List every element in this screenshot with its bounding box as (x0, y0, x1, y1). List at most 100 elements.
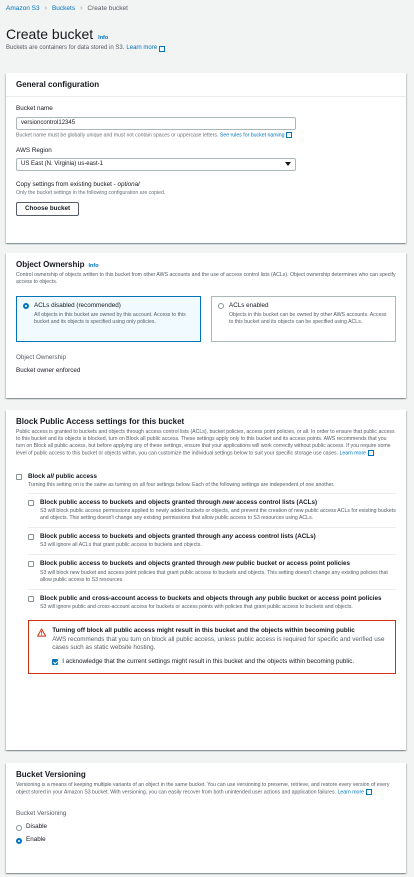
external-link-icon (365, 789, 372, 796)
label-part: Block (28, 472, 47, 480)
label-em: all (46, 472, 54, 480)
versioning-disable-option[interactable]: Disable (16, 823, 396, 831)
block-public-access-sub-options: Block public access to buckets and objec… (28, 493, 396, 616)
checkbox-unchecked-icon[interactable] (28, 561, 34, 568)
panel-body: Bucket name versioncontrol12345 Bucket n… (6, 97, 406, 224)
versioning-enable-option[interactable]: Enable (16, 836, 396, 844)
aws-region-label: AWS Region (16, 146, 52, 154)
panel-title: General configuration (16, 80, 100, 89)
tile-description: Objects in this bucket can be owned by o… (229, 311, 387, 325)
aws-region-value: US East (N. Virginia) us-east-1 (21, 160, 103, 167)
label-em: new (222, 560, 235, 568)
tile-description: All objects in this bucket are owned by … (34, 311, 186, 325)
bucket-name-hint: Bucket name must be globally unique and … (16, 131, 396, 139)
page: Amazon S3 › Buckets › Create bucket Crea… (0, 0, 414, 877)
ownership-tiles: ACLs disabled (recommended) All objects … (16, 296, 396, 343)
label-part: public bucket or access point policies (266, 594, 382, 602)
aws-region-select[interactable]: US East (N. Virginia) us-east-1 (16, 157, 296, 171)
panel-title: Object Ownership Info (16, 260, 396, 270)
acknowledge-label: I acknowledge that the current settings … (62, 657, 355, 665)
breadcrumb-buckets[interactable]: Buckets (52, 5, 75, 13)
panel-header: Block Public Access settings for this bu… (6, 410, 406, 461)
panel-title: Bucket Versioning (16, 770, 86, 779)
external-link-icon (367, 450, 374, 457)
bucket-name-input[interactable]: versioncontrol12345 (16, 116, 296, 130)
tile-content: ACLs disabled (recommended) All objects … (34, 302, 194, 336)
page-subtitle-text: Buckets are containers for data stored i… (6, 45, 125, 52)
panel-body: ACLs disabled (recommended) All objects … (6, 289, 406, 382)
bucket-versioning-label: Bucket Versioning (16, 809, 67, 817)
general-configuration-panel: General configuration Bucket name versio… (6, 73, 406, 243)
block-new-policies-option[interactable]: Block public access to buckets and objec… (28, 554, 396, 588)
bucket-name-hint-text: Bucket name must be globally unique and … (16, 131, 219, 138)
learn-more-link[interactable]: Learn more (126, 45, 157, 53)
checkbox-checked-icon[interactable] (52, 658, 59, 665)
page-title: Create bucket Info (6, 26, 408, 42)
external-link-icon (285, 131, 292, 138)
panel-body: Bucket Versioning Disable Enable (6, 800, 406, 853)
label-part: Block public and cross-account access to… (40, 594, 256, 602)
radio-unselected-icon[interactable] (16, 824, 22, 831)
label-part: public access (53, 472, 97, 480)
public-access-warning: Turning off block all public access migh… (28, 619, 396, 674)
block-public-access-panel: Block Public Access settings for this bu… (6, 410, 406, 750)
option-label: Block public access to buckets and objec… (40, 533, 316, 541)
optional-tag: optional (117, 180, 140, 188)
block-all-description: Turning this setting on is the same as t… (28, 482, 335, 488)
label-part: access control lists (ACLs) (233, 533, 316, 541)
option-label: Disable (26, 822, 47, 830)
warning-content: Turning off block all public access migh… (52, 627, 387, 667)
copy-settings-hint: Only the bucket settings in the followin… (16, 190, 166, 197)
radio-selected-icon[interactable] (16, 837, 22, 844)
page-subtitle: Buckets are containers for data stored i… (6, 45, 408, 53)
breadcrumb-amazon-s3[interactable]: Amazon S3 (6, 5, 40, 13)
choose-bucket-button[interactable]: Choose bucket (16, 201, 80, 216)
tile-content: ACLs enabled Objects in this bucket can … (229, 302, 389, 336)
checkbox-unchecked-icon[interactable] (28, 500, 34, 507)
bucket-versioning-panel: Bucket Versioning Versioning is a means … (6, 763, 406, 873)
checkbox-unchecked-icon[interactable] (28, 595, 34, 602)
panel-title-text: Object Ownership (16, 260, 85, 269)
option-label: Block public access to buckets and objec… (40, 560, 396, 568)
panel-description: Versioning is a means of keeping multipl… (16, 782, 396, 796)
object-ownership-panel: Object Ownership Info Control ownership … (6, 253, 406, 398)
option-label: Block public and cross-account access to… (40, 595, 382, 603)
radio-unselected-icon[interactable] (218, 303, 224, 310)
chevron-right-icon: › (44, 5, 47, 13)
block-all-public-access-option[interactable]: Block all public access Turning this set… (16, 473, 396, 489)
learn-more-link[interactable]: Learn more (338, 790, 365, 796)
tile-title: ACLs disabled (recommended) (34, 302, 121, 310)
label-part: Block public access to buckets and objec… (40, 499, 223, 507)
label-part: Block public access to buckets and objec… (40, 533, 223, 541)
label-part: public bucket or access point policies (234, 560, 351, 568)
block-any-policies-option[interactable]: Block public and cross-account access to… (28, 588, 396, 616)
panel-title: Block Public Access settings for this bu… (16, 417, 185, 426)
acls-disabled-tile[interactable]: ACLs disabled (recommended) All objects … (16, 296, 201, 343)
block-new-acls-option[interactable]: Block public access to buckets and objec… (28, 493, 396, 527)
tile-title: ACLs enabled (229, 302, 269, 310)
radio-selected-icon[interactable] (23, 303, 29, 310)
panel-description: Control ownership of objects written to … (16, 272, 396, 286)
copy-settings-label: Copy settings from existing bucket - opt… (16, 181, 396, 189)
acls-enabled-tile[interactable]: ACLs enabled Objects in this bucket can … (211, 296, 396, 343)
label-part: Block public access to buckets and objec… (40, 560, 223, 568)
panel-description-text: Versioning is a means of keeping multipl… (16, 782, 390, 796)
warning-description: AWS recommends that you turn on block al… (52, 635, 385, 652)
block-any-acls-option[interactable]: Block public access to buckets and objec… (28, 527, 396, 554)
learn-more-link[interactable]: Learn more (340, 451, 367, 457)
chevron-right-icon: › (80, 5, 83, 13)
option-content: Block public access to buckets and objec… (40, 560, 396, 583)
external-link-icon (159, 46, 166, 53)
checkbox-unchecked-icon[interactable] (16, 473, 22, 480)
breadcrumb: Amazon S3 › Buckets › Create bucket (6, 0, 408, 18)
bucket-naming-rules-link[interactable]: See rules for bucket naming (220, 132, 285, 138)
panel-header: General configuration (6, 73, 406, 98)
block-all-label: Block all public access (28, 473, 334, 481)
copy-settings-label-text: Copy settings from existing bucket - (16, 180, 118, 188)
acknowledge-option[interactable]: I acknowledge that the current settings … (52, 658, 387, 667)
option-content: Block public access to buckets and objec… (40, 499, 396, 522)
info-link[interactable]: Info (88, 263, 98, 270)
info-link[interactable]: Info (98, 35, 108, 41)
option-content: Block all public access Turning this set… (28, 473, 334, 489)
checkbox-unchecked-icon[interactable] (28, 534, 34, 541)
